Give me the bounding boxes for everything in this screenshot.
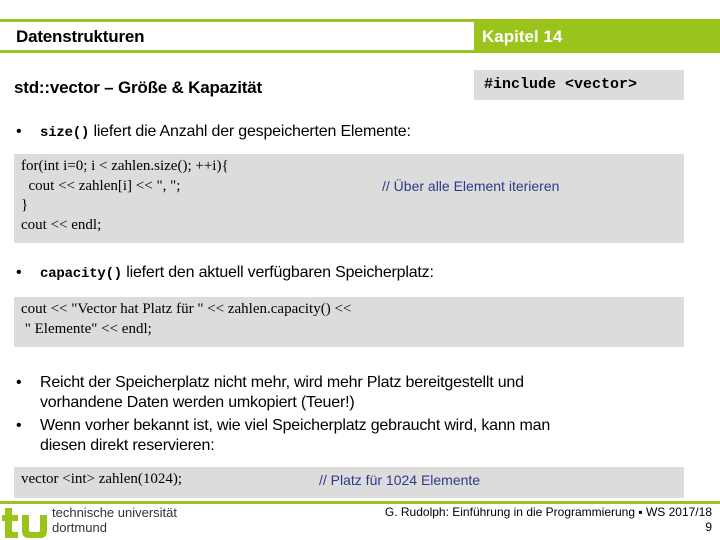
code-line: cout << "Vector hat Platz für " << zahle… [21,301,352,317]
code-line: cout << zahlen[i] << ", "; [21,177,181,194]
header-rule-bottom [0,50,474,53]
bullet-dot: • [16,264,22,281]
bullet-text: Wenn vorher bekannt ist, wie viel Speich… [40,417,551,454]
bullet-text: liefert die Anzahl der gespeicherten Ele… [89,123,411,140]
code-line: cout << endl; [21,216,102,233]
slide-title: std::vector – Größe & Kapazität [14,78,262,97]
bullet-dot: • [16,374,22,391]
footer-rule [0,501,720,504]
inline-code: size() [40,125,90,141]
code-comment: // Platz für 1024 Elemente [319,472,481,488]
page-number: 9 [705,520,712,534]
code-line: " Elemente" << endl; [21,320,152,337]
include-directive: #include <vector> [484,76,638,93]
inline-code: capacity() [40,266,123,282]
section-title: Datenstrukturen [16,27,145,46]
bullet-dot: • [16,417,22,434]
code-block-reserve: vector <int> zahlen(1024); // Platz für … [14,467,684,498]
chapter-badge: Kapitel 14 [474,19,720,53]
code-block-iterate: for(int i=0; i < zahlen.size(); ++i){ co… [14,154,684,243]
include-box: #include <vector> [474,70,684,100]
chapter-label: Kapitel 14 [482,27,563,46]
tu-logo-icon [2,508,47,538]
footer-credit: G. Rudolph: Einführung in die Programmie… [385,505,712,535]
code-line: } [21,197,29,213]
lecture-credit: G. Rudolph: Einführung in die Programmie… [384,505,712,519]
bullet-dot: • [16,123,22,140]
code-line: for(int i=0; i < zahlen.size(); ++i){ [21,158,229,174]
bullet-text: liefert den aktuell verfügbaren Speicher… [122,264,434,281]
university-name: technische universität dortmund [52,505,178,535]
code-comment: // Über alle Element iterieren [382,178,560,194]
code-block-capacity: cout << "Vector hat Platz für " << zahle… [14,297,684,347]
bullet-text: Reicht der Speicherplatz nicht mehr, wir… [40,374,524,411]
